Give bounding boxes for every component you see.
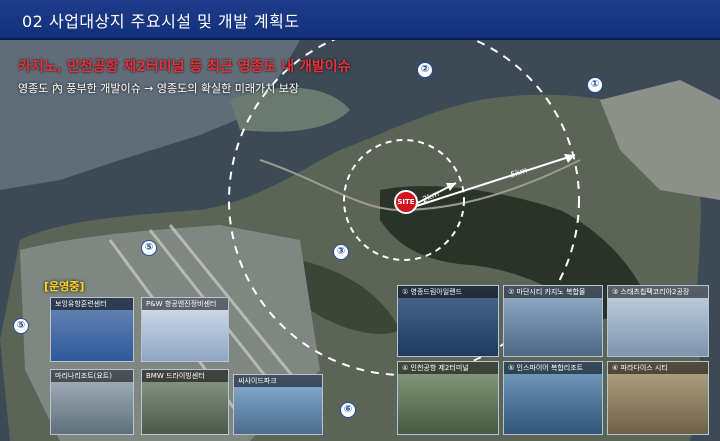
thumb-caption: ① 영종드림아일랜드 (398, 286, 498, 298)
thumb-inspire-resort[interactable]: ⑤ 인스파이어 복합리조트 (503, 361, 603, 435)
marker-1[interactable]: ① (587, 77, 603, 93)
thumb-marina-resort[interactable]: 마리나리조트(요트) (50, 369, 134, 435)
thumb-casino-complex[interactable]: ② 마단시티 카지노 복합몰 (503, 285, 603, 357)
headline-text: 카지노, 인천공항 제2터미널 등 최근 영종도 내 개발이슈 (18, 59, 351, 75)
marker-2[interactable]: ② (417, 62, 433, 78)
thumb-caption: ④ 인천공항 제2터미널 (398, 362, 498, 374)
thumb-caption: 마리나리조트(요트) (51, 370, 133, 382)
marker-6[interactable]: ⑥ (340, 402, 356, 418)
thumb-caption: 씨사이드파크 (234, 375, 322, 387)
header-bar: 02 사업대상지 주요시설 및 개발 계획도 (0, 0, 720, 40)
thumb-caption: ② 마단시티 카지노 복합몰 (504, 286, 602, 298)
page-title: 02 사업대상지 주요시설 및 개발 계획도 (22, 12, 300, 31)
thumb-caption: ⑥ 파라다이스 시티 (608, 362, 708, 374)
thumb-paradise-city[interactable]: ⑥ 파라다이스 시티 (607, 361, 709, 435)
thumb-caption: BMW 드라이빙센터 (142, 370, 228, 382)
page: 02 사업대상지 주요시설 및 개발 계획도 카지노, 인천공항 제2터미널 등… (0, 0, 720, 441)
thumb-caption: 보잉유항훈련센터 (51, 298, 133, 310)
thumb-bmw-driving-center[interactable]: BMW 드라이빙센터 (141, 369, 229, 435)
marker-3[interactable]: ③ (333, 244, 349, 260)
marker-5a[interactable]: ⑤ (141, 240, 157, 256)
thumb-boeing-center[interactable]: 보잉유항훈련센터 (50, 297, 134, 362)
subline-text: 영종도 內 풍부한 개발이슈 → 영종도의 확실한 미래가치 보장 (18, 82, 299, 95)
thumb-terminal-2[interactable]: ④ 인천공항 제2터미널 (397, 361, 499, 435)
thumb-seaside-park[interactable]: 씨사이드파크 (233, 374, 323, 435)
thumb-pw-engine-center[interactable]: P&W 항공엔진정비센터 (141, 297, 229, 362)
thumb-caption: ③ 스태츠칩팩코리아2공장 (608, 286, 708, 298)
thumb-caption: ⑤ 인스파이어 복합리조트 (504, 362, 602, 374)
thumb-caption: P&W 항공엔진정비센터 (142, 298, 228, 310)
thumb-stats-chippac[interactable]: ③ 스태츠칩팩코리아2공장 (607, 285, 709, 357)
thumb-dream-island[interactable]: ① 영종드림아일랜드 (397, 285, 499, 357)
site-pin-icon[interactable]: SITE (394, 190, 418, 214)
marker-5b[interactable]: ⑤ (13, 318, 29, 334)
operating-badge: [운영중] (44, 280, 85, 293)
